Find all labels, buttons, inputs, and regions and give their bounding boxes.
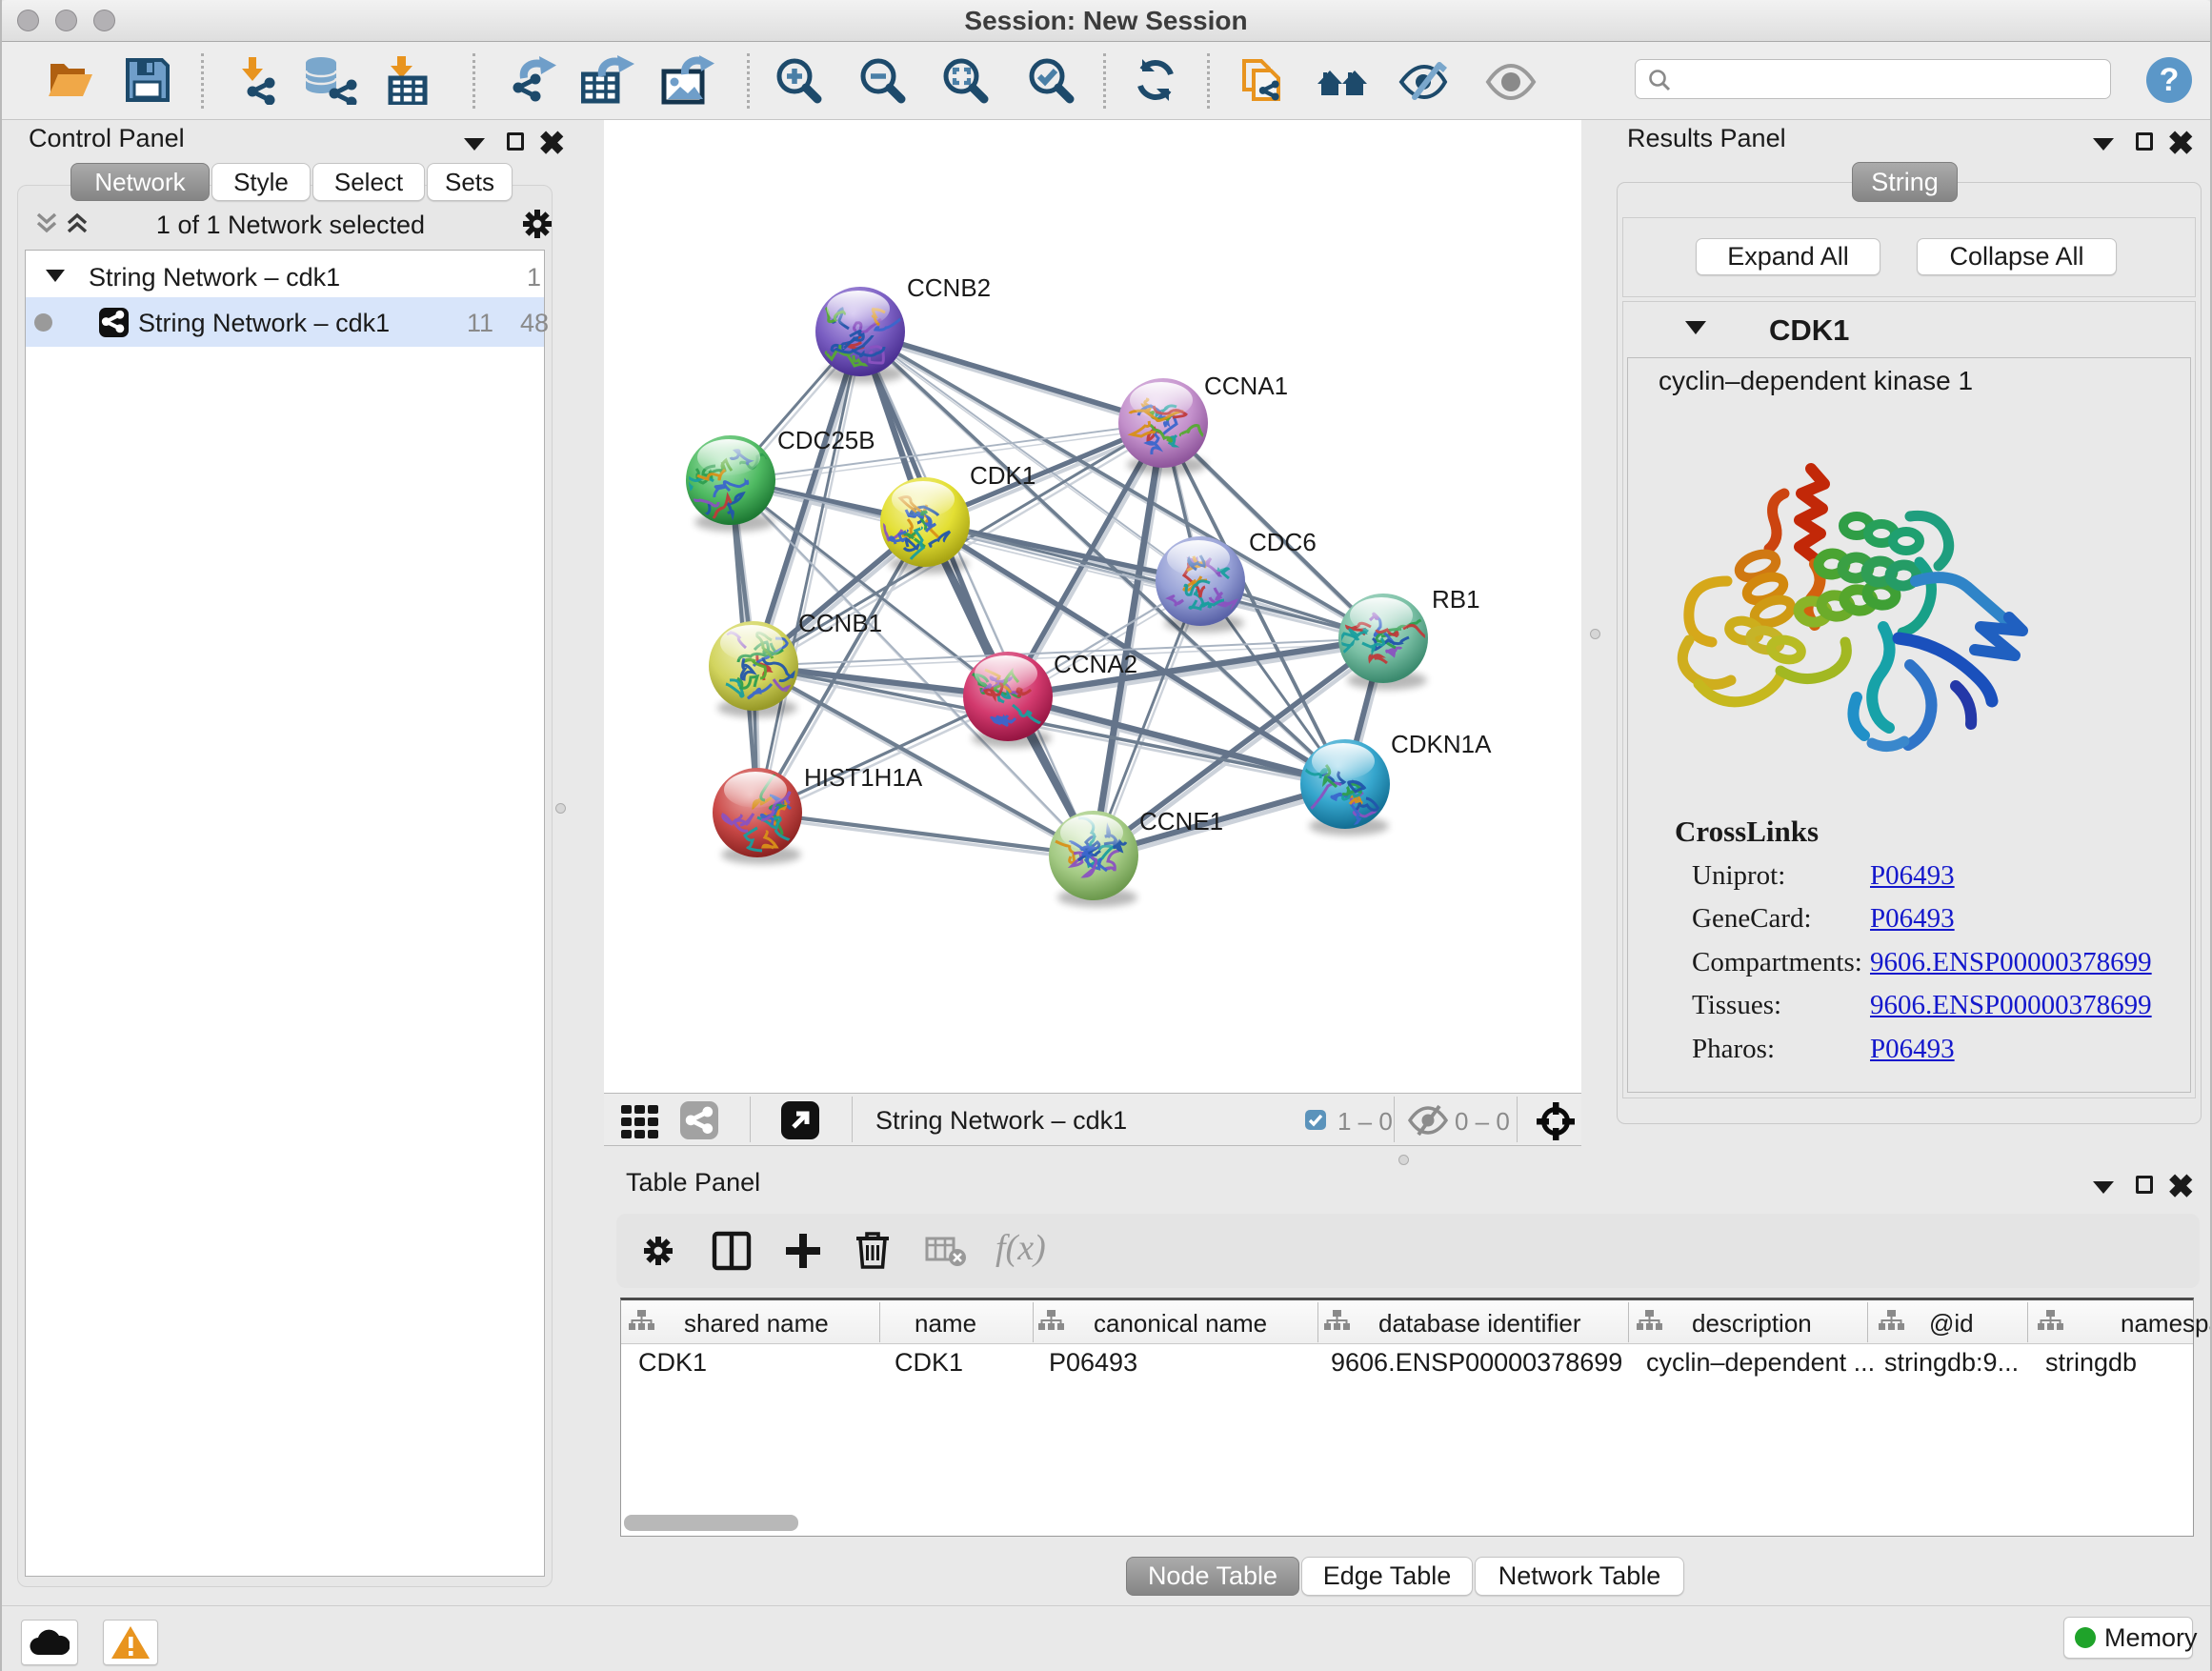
svg-text:CDC25B: CDC25B [777,426,875,454]
svg-text:RB1: RB1 [1432,585,1480,614]
svg-text:?: ? [2160,62,2180,98]
svg-text:CCNE1: CCNE1 [1139,807,1223,836]
svg-text:CDC6: CDC6 [1249,528,1317,556]
svg-text:CDKN1A: CDKN1A [1391,730,1492,758]
svg-text:CDK1: CDK1 [970,461,1036,490]
svg-text:CCNA1: CCNA1 [1204,372,1288,400]
svg-text:CCNB1: CCNB1 [798,609,882,637]
svg-text:CCNB2: CCNB2 [907,273,991,302]
svg-text:HIST1H1A: HIST1H1A [804,763,923,792]
svg-text:CCNA2: CCNA2 [1054,650,1137,678]
